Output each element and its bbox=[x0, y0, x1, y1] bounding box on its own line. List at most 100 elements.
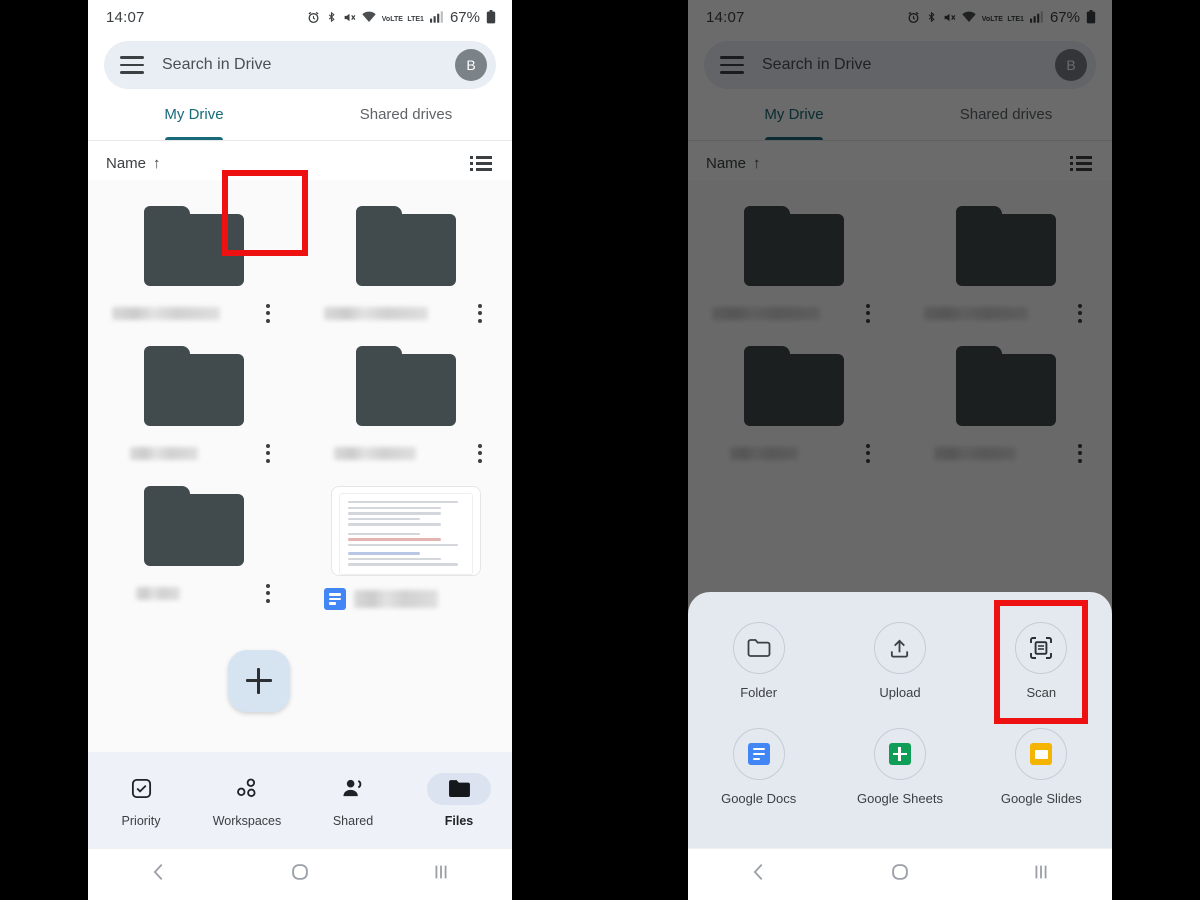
google-docs-icon bbox=[324, 588, 346, 610]
search-input[interactable]: Search in Drive bbox=[162, 56, 455, 74]
nav-item-files[interactable]: Files bbox=[406, 772, 512, 828]
recents-bars-icon[interactable] bbox=[430, 861, 452, 888]
battery-icon bbox=[486, 10, 496, 24]
file-item-document[interactable] bbox=[300, 464, 512, 610]
create-option-scan[interactable]: Scan bbox=[971, 600, 1112, 724]
search-bar[interactable]: Search in Drive B bbox=[104, 41, 496, 89]
file-name-redacted bbox=[354, 590, 438, 608]
overflow-menu-icon[interactable] bbox=[478, 303, 482, 323]
back-chevron-icon[interactable] bbox=[748, 861, 770, 888]
create-option-google-sheets[interactable]: Google Sheets bbox=[829, 728, 970, 806]
home-circle-icon[interactable] bbox=[889, 861, 911, 888]
create-option-upload[interactable]: Upload bbox=[829, 622, 970, 700]
nav-item-priority[interactable]: Priority bbox=[88, 773, 194, 828]
tab-my-drive[interactable]: My Drive bbox=[88, 89, 300, 140]
nav-label-workspaces: Workspaces bbox=[212, 813, 282, 828]
fab-highlight-box bbox=[222, 170, 308, 256]
google-sheets-icon bbox=[873, 728, 926, 780]
file-grid-row bbox=[88, 464, 512, 610]
create-fab-button[interactable] bbox=[228, 650, 290, 712]
workspaces-dots-icon bbox=[215, 773, 279, 805]
plus-icon bbox=[246, 668, 272, 694]
battery-percent: 67% bbox=[449, 8, 480, 26]
recents-bars-icon[interactable] bbox=[1030, 861, 1052, 888]
create-option-google-slides[interactable]: Google Slides bbox=[971, 728, 1112, 806]
nav-label-files: Files bbox=[444, 813, 474, 828]
screenshot-stage: 14:07 VoLTE LTE1 67% Search in Drive B M… bbox=[0, 0, 1200, 900]
folder-icon bbox=[144, 346, 244, 426]
document-page-preview bbox=[339, 493, 473, 575]
status-icons: VoLTE LTE1 67% bbox=[307, 8, 496, 26]
google-slides-icon bbox=[1015, 728, 1068, 780]
file-name-redacted bbox=[334, 446, 416, 460]
file-grid-row bbox=[88, 324, 512, 464]
file-item-folder[interactable] bbox=[88, 324, 300, 464]
create-label-google-docs: Google Docs bbox=[721, 791, 797, 806]
sort-label: Name bbox=[106, 155, 147, 172]
signal-icon bbox=[429, 11, 443, 23]
sort-arrow-up-icon: ↑ bbox=[153, 155, 161, 172]
create-sheet-row-1: Folder Upload Scan bbox=[688, 600, 1112, 724]
phone-screen-left: 14:07 VoLTE LTE1 67% Search in Drive B M… bbox=[88, 0, 512, 900]
overflow-menu-icon[interactable] bbox=[266, 443, 270, 463]
create-sheet-row-2: Google Docs Google Sheets Google Slides bbox=[688, 728, 1112, 806]
shared-people-icon bbox=[321, 773, 385, 805]
create-label-google-sheets: Google Sheets bbox=[856, 791, 943, 806]
android-navigation-bar bbox=[688, 848, 1112, 900]
nav-label-priority: Priority bbox=[121, 813, 161, 828]
overflow-menu-icon[interactable] bbox=[266, 303, 270, 323]
nav-item-shared[interactable]: Shared bbox=[300, 773, 406, 828]
tab-shared-drives[interactable]: Shared drives bbox=[300, 89, 512, 140]
drive-tabs: My Drive Shared drives bbox=[88, 89, 512, 141]
file-item-folder[interactable] bbox=[300, 184, 512, 324]
bottom-navigation: Priority Workspaces Shared bbox=[88, 752, 512, 848]
avatar[interactable]: B bbox=[455, 49, 487, 81]
sort-button[interactable]: Name ↑ bbox=[106, 155, 161, 172]
file-item-folder[interactable] bbox=[300, 324, 512, 464]
folder-icon bbox=[356, 346, 456, 426]
create-label-upload: Upload bbox=[879, 685, 921, 700]
status-bar: 14:07 VoLTE LTE1 bbox=[88, 0, 512, 34]
folder-icon bbox=[144, 486, 244, 566]
overflow-menu-icon[interactable] bbox=[266, 583, 270, 603]
overflow-menu-icon[interactable] bbox=[478, 443, 482, 463]
create-label-folder: Folder bbox=[740, 685, 778, 700]
home-circle-icon[interactable] bbox=[289, 861, 311, 888]
priority-check-icon bbox=[109, 773, 173, 805]
phone-screen-right: 14:07 VoLTE LTE1 bbox=[688, 0, 1112, 900]
file-item-meta bbox=[322, 302, 490, 324]
file-item-meta bbox=[322, 442, 490, 464]
file-name-redacted bbox=[130, 446, 198, 460]
file-item-meta bbox=[110, 442, 278, 464]
android-navigation-bar bbox=[88, 848, 512, 900]
file-name-redacted bbox=[324, 306, 428, 320]
file-item-meta bbox=[322, 588, 490, 610]
nav-item-workspaces[interactable]: Workspaces bbox=[194, 773, 300, 828]
volte-bottom: LTE1 bbox=[407, 16, 424, 23]
file-grid bbox=[88, 170, 512, 765]
back-chevron-icon[interactable] bbox=[148, 861, 170, 888]
drive-app-screen: 14:07 VoLTE LTE1 67% Search in Drive B M… bbox=[88, 0, 512, 900]
folder-outline-icon bbox=[732, 622, 785, 674]
file-item-folder[interactable] bbox=[88, 464, 300, 610]
list-view-icon[interactable] bbox=[470, 155, 492, 172]
nav-label-shared: Shared bbox=[332, 813, 374, 828]
create-option-folder[interactable]: Folder bbox=[688, 622, 829, 700]
volte-top: VoLTE bbox=[381, 16, 403, 23]
drive-app-screen-with-sheet: 14:07 VoLTE LTE1 bbox=[688, 0, 1112, 900]
document-thumbnail bbox=[331, 486, 481, 576]
alarm-icon bbox=[307, 11, 320, 24]
file-name-redacted bbox=[136, 586, 180, 600]
google-docs-icon bbox=[732, 728, 785, 780]
file-item-meta bbox=[110, 302, 278, 324]
create-option-google-docs[interactable]: Google Docs bbox=[688, 728, 829, 806]
folder-icon bbox=[356, 206, 456, 286]
create-label-google-slides: Google Slides bbox=[1000, 791, 1082, 806]
create-bottom-sheet: Folder Upload Scan Google Docs Google Sh… bbox=[688, 592, 1112, 848]
hamburger-menu-icon[interactable] bbox=[120, 56, 144, 74]
mute-icon bbox=[343, 11, 356, 24]
wifi-icon bbox=[362, 11, 376, 23]
files-folder-icon bbox=[427, 772, 491, 805]
file-name-redacted bbox=[112, 306, 220, 320]
volte-icon: VoLTE LTE1 bbox=[382, 8, 424, 26]
